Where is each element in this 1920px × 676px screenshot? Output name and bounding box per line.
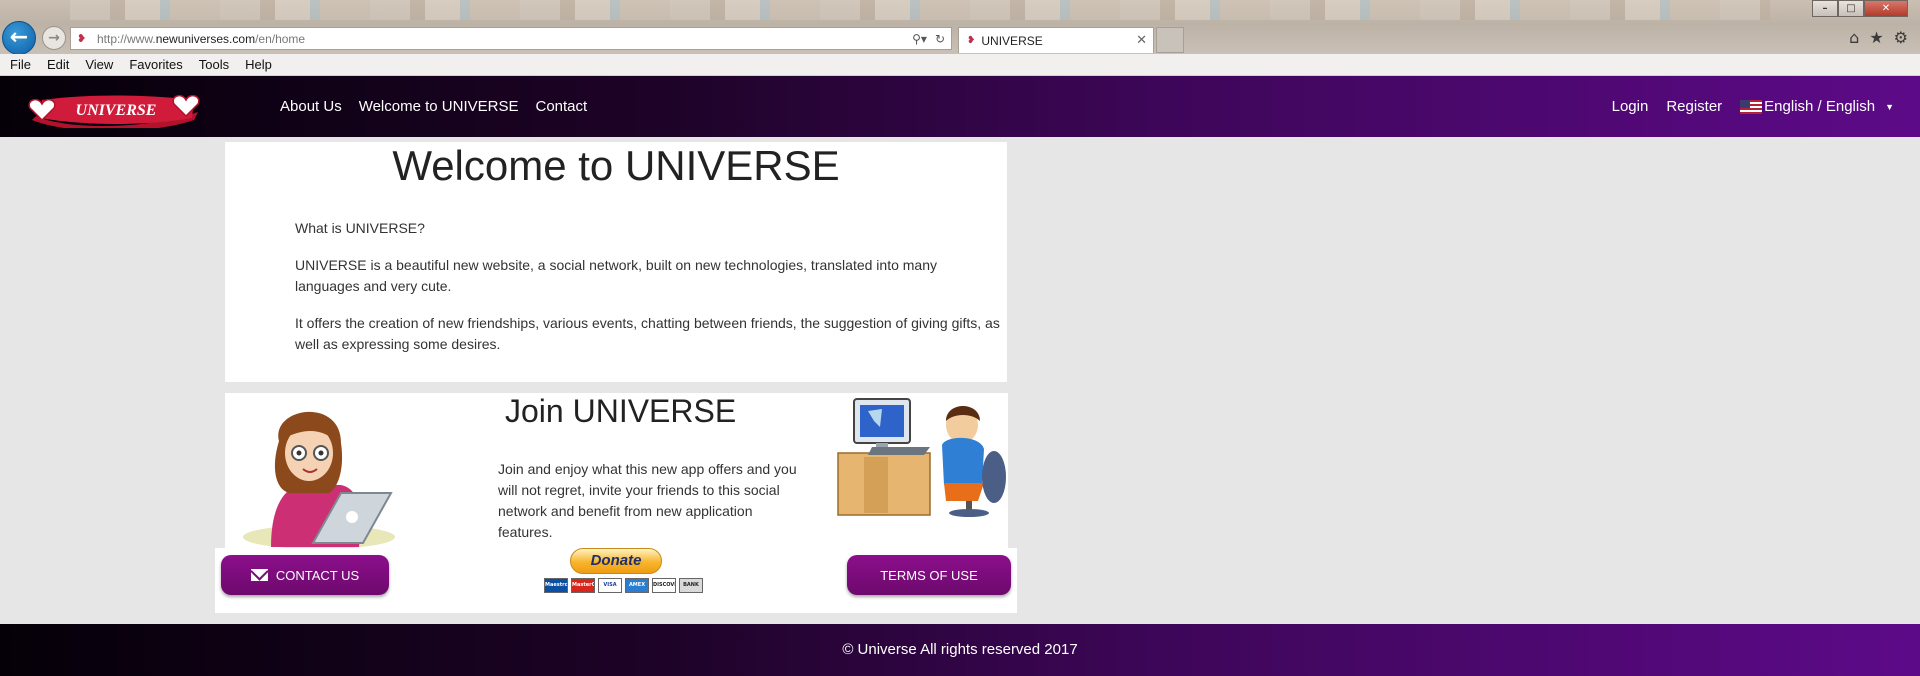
join-title: Join UNIVERSE [505, 393, 737, 429]
tab-title: UNIVERSE [981, 33, 1043, 48]
welcome-features: It offers the creation of new friendship… [295, 315, 1000, 352]
action-strip: CONTACT US Donate Maestro MasterCard VIS… [215, 548, 1017, 613]
welcome-card: Welcome to UNIVERSE What is UNIVERSE? UN… [225, 142, 1007, 382]
menu-file[interactable]: File [10, 57, 31, 72]
tab-favicon-icon: ❥ [967, 35, 976, 46]
language-label: English / English [1764, 98, 1876, 115]
site-favicon-icon: ❥ [77, 32, 87, 45]
welcome-title: Welcome to UNIVERSE [392, 142, 840, 189]
copyright-text: © Universe All rights reserved 2017 [842, 641, 1078, 658]
join-card: Join UNIVERSE Join and enjoy what this n… [225, 393, 1008, 549]
bank-card-icon: BANK [679, 578, 703, 593]
language-selector[interactable]: English / English ▼ [1740, 98, 1894, 115]
welcome-body: What is UNIVERSE? UNIVERSE is a beautifu… [295, 218, 1000, 371]
nav-contact[interactable]: Contact [535, 98, 587, 115]
nav-welcome[interactable]: Welcome to UNIVERSE [359, 98, 519, 115]
logo-text: UNIVERSE [76, 102, 157, 119]
close-window-icon[interactable]: ✕ [1864, 0, 1908, 17]
back-button[interactable]: ← [2, 21, 36, 55]
home-icon[interactable]: ⌂ [1849, 28, 1859, 47]
main-nav: About Us Welcome to UNIVERSE Contact [280, 76, 587, 137]
login-link[interactable]: Login [1612, 98, 1649, 115]
tab-close-icon[interactable]: ✕ [1136, 33, 1147, 48]
payment-cards: Maestro MasterCard VISA AMEX DISCOVER BA… [544, 578, 703, 593]
contact-us-button[interactable]: CONTACT US [221, 555, 389, 595]
browser-chrome: ← → ❥ http://www.newuniverses.com/en/hom… [0, 0, 1920, 55]
browser-toolbar-icons: ⌂ ★ ⚙ [1849, 28, 1908, 47]
minimize-icon[interactable]: – [1812, 0, 1838, 17]
favorites-star-icon[interactable]: ★ [1869, 28, 1883, 47]
welcome-description: UNIVERSE is a beautiful new website, a s… [295, 257, 938, 294]
welcome-question: What is UNIVERSE? [295, 220, 425, 236]
nav-about-us[interactable]: About Us [280, 98, 342, 115]
mastercard-card-icon: MasterCard [571, 578, 595, 593]
site-footer: © Universe All rights reserved 2017 [0, 624, 1920, 676]
universe-logo[interactable]: UNIVERSE [26, 90, 206, 128]
terms-of-use-button[interactable]: TERMS OF USE [847, 555, 1011, 595]
menu-favorites[interactable]: Favorites [129, 57, 182, 72]
menu-help[interactable]: Help [245, 57, 272, 72]
window-controls: – □ ✕ [1812, 0, 1908, 17]
donate-button[interactable]: Donate [570, 548, 662, 574]
menu-view[interactable]: View [85, 57, 113, 72]
maximize-icon[interactable]: □ [1838, 0, 1864, 17]
boy-at-computer-illustration [837, 398, 1006, 517]
site-header: UNIVERSE About Us Welcome to UNIVERSE Co… [0, 76, 1920, 137]
forward-button[interactable]: → [42, 26, 66, 50]
refresh-icon[interactable]: ↻ [935, 32, 945, 46]
menu-edit[interactable]: Edit [47, 57, 69, 72]
contact-us-label: CONTACT US [275, 567, 360, 583]
maestro-card-icon: Maestro [544, 578, 568, 593]
menu-tools[interactable]: Tools [199, 57, 229, 72]
address-bar[interactable]: ❥ http://www.newuniverses.com/en/home ⚲▾… [70, 27, 952, 50]
amex-card-icon: AMEX [625, 578, 649, 593]
envelope-icon [250, 569, 268, 581]
account-nav: Login Register English / English ▼ [1612, 76, 1894, 137]
us-flag-icon [1740, 99, 1763, 114]
search-icon[interactable]: ⚲▾ [912, 32, 927, 46]
chevron-down-icon: ▼ [1885, 101, 1894, 112]
join-body: Join and enjoy what this new app offers … [498, 461, 797, 540]
window-background [70, 0, 1770, 20]
browser-menubar: File Edit View Favorites Tools Help [0, 54, 1920, 76]
browser-tab[interactable]: ❥ UNIVERSE ✕ [958, 27, 1154, 53]
settings-gear-icon[interactable]: ⚙ [1894, 28, 1908, 47]
visa-card-icon: VISA [598, 578, 622, 593]
discover-card-icon: DISCOVER [652, 578, 676, 593]
register-link[interactable]: Register [1666, 98, 1722, 115]
new-tab-button[interactable] [1156, 27, 1184, 53]
girl-with-laptop-illustration [243, 411, 395, 549]
terms-of-use-label: TERMS OF USE [880, 567, 978, 583]
address-url[interactable]: http://www.newuniverses.com/en/home [97, 32, 305, 46]
